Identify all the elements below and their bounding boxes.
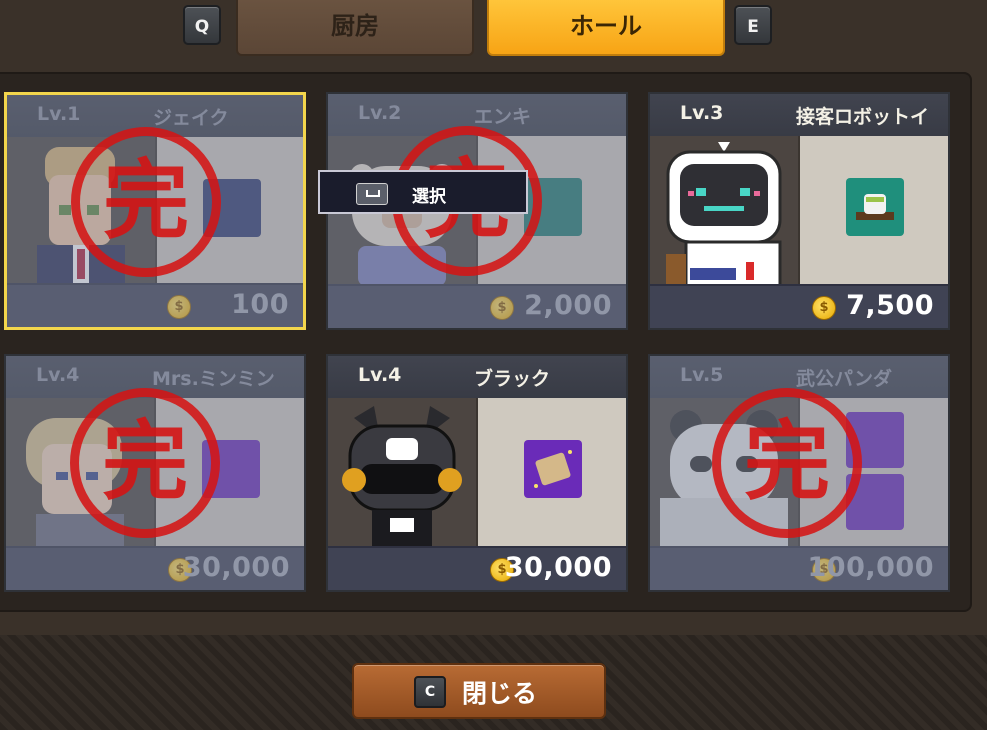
completed-stamp: 完	[71, 127, 221, 277]
staff-name: ブラック	[474, 368, 551, 390]
price-value: 7,500	[846, 290, 934, 321]
tea-cup-icon	[846, 178, 904, 236]
close-label: 閉じる	[462, 679, 538, 708]
staff-card-robot[interactable]: Lv.3 接客ロボットイ $ 7,500	[648, 92, 950, 330]
close-button[interactable]: C 閉じる	[352, 663, 606, 719]
price-bar: $ 7,500	[650, 284, 948, 328]
tab-kitchen[interactable]: 厨房	[236, 0, 474, 56]
staff-name: 接客ロボットイ	[796, 106, 930, 128]
cleaning-cloth-icon	[524, 440, 582, 498]
staff-portrait	[328, 398, 476, 548]
price-value: 30,000	[504, 552, 612, 583]
completed-stamp: 完	[712, 388, 862, 538]
skill-slot	[798, 136, 948, 286]
portrait-black	[342, 406, 462, 548]
staff-card-bukou-panda[interactable]: Lv.5 武公パンダ $ 100,000 完	[648, 354, 950, 592]
tab-hall[interactable]: ホール	[487, 0, 725, 56]
completed-stamp: 完	[70, 388, 220, 538]
prev-tab-key[interactable]: Q	[183, 5, 221, 45]
close-key-icon: C	[414, 676, 446, 708]
portrait-robot	[666, 142, 782, 286]
level-label: Lv.4	[358, 364, 402, 386]
next-tab-key[interactable]: E	[734, 5, 772, 45]
tea-cup-drawing	[856, 194, 894, 220]
tab-bar: Q 厨房 ホール E	[0, 0, 987, 60]
select-tooltip: 選択	[318, 170, 528, 214]
staff-card-black[interactable]: Lv.4 ブラック $ 30,000	[326, 354, 628, 592]
select-label: 選択	[412, 187, 446, 207]
cloth-drawing	[534, 450, 572, 488]
coin-icon: $	[812, 296, 836, 320]
card-header: Lv.3 接客ロボットイ	[650, 94, 948, 136]
skill-slot	[476, 398, 626, 548]
staff-card-jake[interactable]: Lv.1 ジェイク $ 100 完	[4, 92, 306, 330]
space-key-icon	[356, 183, 388, 205]
card-header: Lv.4 ブラック	[328, 356, 626, 398]
level-label: Lv.3	[680, 102, 724, 124]
staff-card-mrs-minmin[interactable]: Lv.4 Mrs.ミンミン $ 30,000 完	[4, 354, 306, 592]
staff-portrait	[650, 136, 798, 286]
price-bar: $ 30,000	[328, 546, 626, 590]
